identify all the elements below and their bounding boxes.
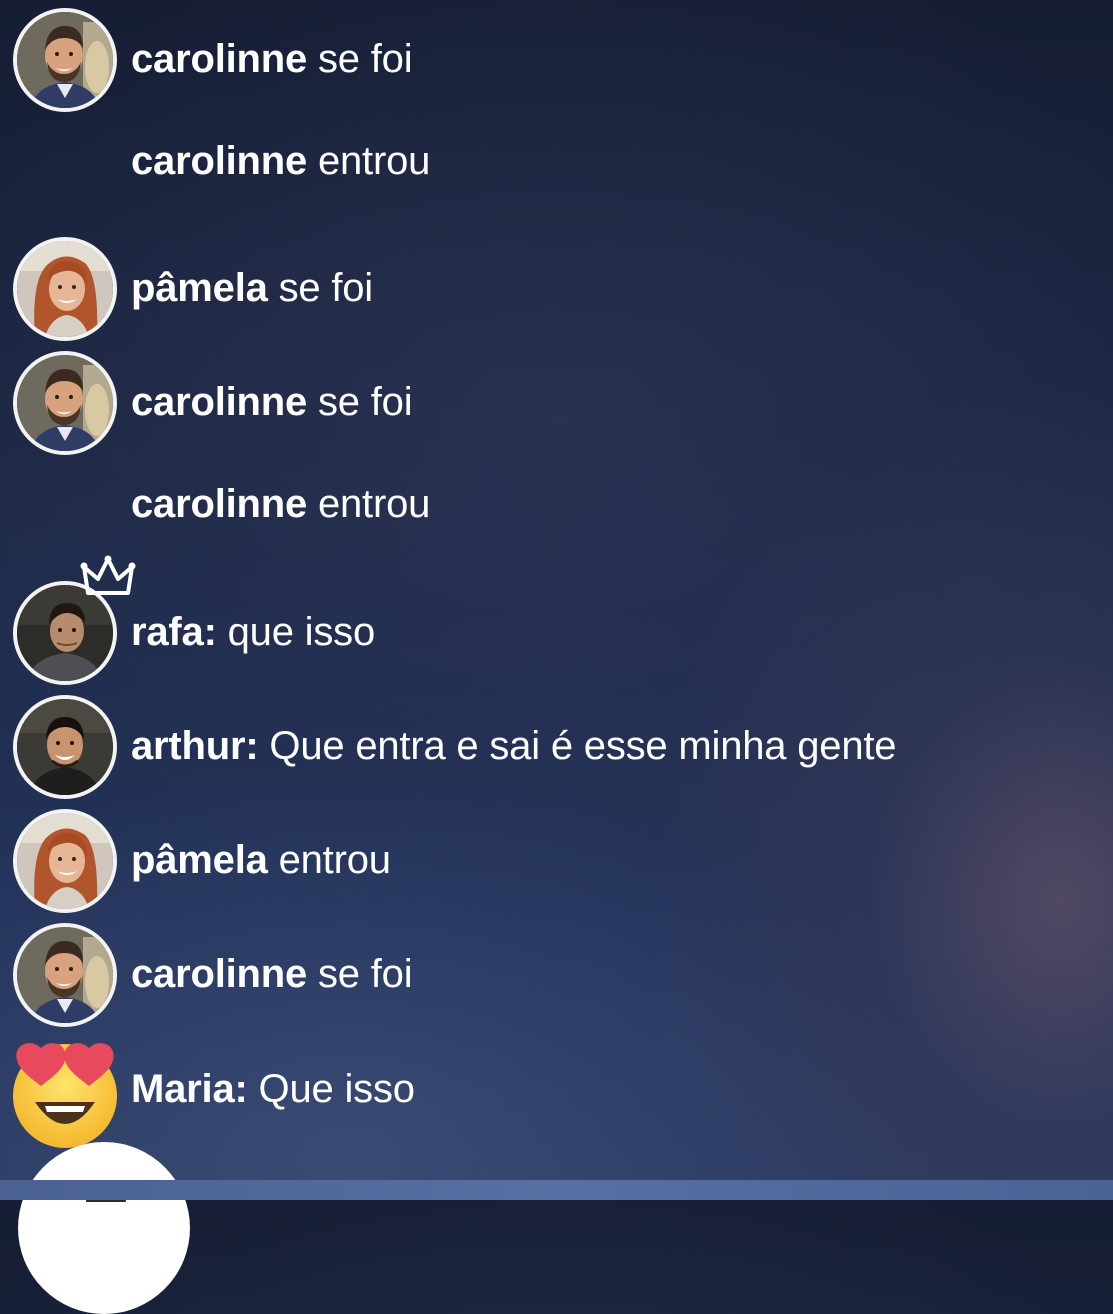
comment-text: rafa: que isso (131, 577, 375, 687)
comment-text: carolinne se foi (131, 347, 413, 457)
comment-body: que isso (227, 610, 376, 654)
comment-body: entrou (317, 139, 431, 183)
redhead-woman-avatar[interactable] (13, 809, 117, 913)
comment-row: carolinne se foi (0, 347, 1113, 457)
comment-text: arthur: Que entra e sai é esse minha gen… (131, 691, 897, 801)
comment-username[interactable]: pâmela (131, 266, 268, 310)
comment-text: Maria: Que isso (131, 1034, 415, 1144)
man-beard-avatar[interactable] (13, 351, 117, 455)
comment-username[interactable]: carolinne (131, 482, 307, 526)
live-comments-feed: carolinne se foi carolinne entrou pâmela… (0, 0, 1113, 1180)
comment-text: carolinne se foi (131, 919, 413, 1029)
comment-row: Maria: Que isso (0, 1034, 1113, 1148)
comment-text: carolinne entrou (131, 449, 430, 559)
comment-body: se foi (278, 266, 374, 310)
comment-username[interactable]: carolinne (131, 139, 307, 183)
comment-row: pâmela se foi (0, 233, 1113, 343)
comment-body: Que isso (258, 1067, 415, 1111)
smiling-man-avatar[interactable] (13, 695, 117, 799)
comment-body: se foi (317, 952, 413, 996)
comment-text: pâmela entrou (131, 805, 391, 915)
comment-body: Que entra e sai é esse minha gente (269, 724, 897, 768)
comment-username[interactable]: rafa: (131, 610, 217, 654)
comment-text: carolinne se foi (131, 4, 413, 114)
comment-username[interactable]: carolinne (131, 952, 307, 996)
comment-row: rafa: que isso (0, 555, 1113, 687)
comment-username[interactable]: carolinne (131, 380, 307, 424)
comment-body: entrou (278, 838, 391, 882)
comment-username[interactable]: arthur: (131, 724, 259, 768)
comment-username[interactable]: Maria: (131, 1067, 248, 1111)
comment-row: carolinne entrou (0, 449, 1113, 559)
heart-eyes-emoji-icon[interactable] (9, 1036, 121, 1148)
comment-username[interactable]: pâmela (131, 838, 268, 882)
comment-row: carolinne se foi (0, 4, 1113, 114)
comment-text: carolinne entrou (131, 106, 430, 216)
man-beard-avatar[interactable] (13, 8, 117, 112)
comment-row: carolinne se foi (0, 919, 1113, 1029)
profile-button-partial[interactable] (18, 1142, 190, 1314)
comment-body: se foi (317, 37, 413, 81)
comment-body: entrou (317, 482, 431, 526)
comment-body: se foi (317, 380, 413, 424)
comment-row: carolinne entrou (0, 106, 1113, 216)
comment-username[interactable]: carolinne (131, 37, 307, 81)
bottom-bar (0, 1180, 1113, 1200)
man-beard-avatar[interactable] (13, 923, 117, 1027)
redhead-woman-avatar[interactable] (13, 237, 117, 341)
comment-row: arthur: Que entra e sai é esse minha gen… (0, 691, 1113, 801)
comment-text: pâmela se foi (131, 233, 373, 343)
crown-icon (80, 555, 136, 595)
comment-row: pâmela entrou (0, 805, 1113, 915)
